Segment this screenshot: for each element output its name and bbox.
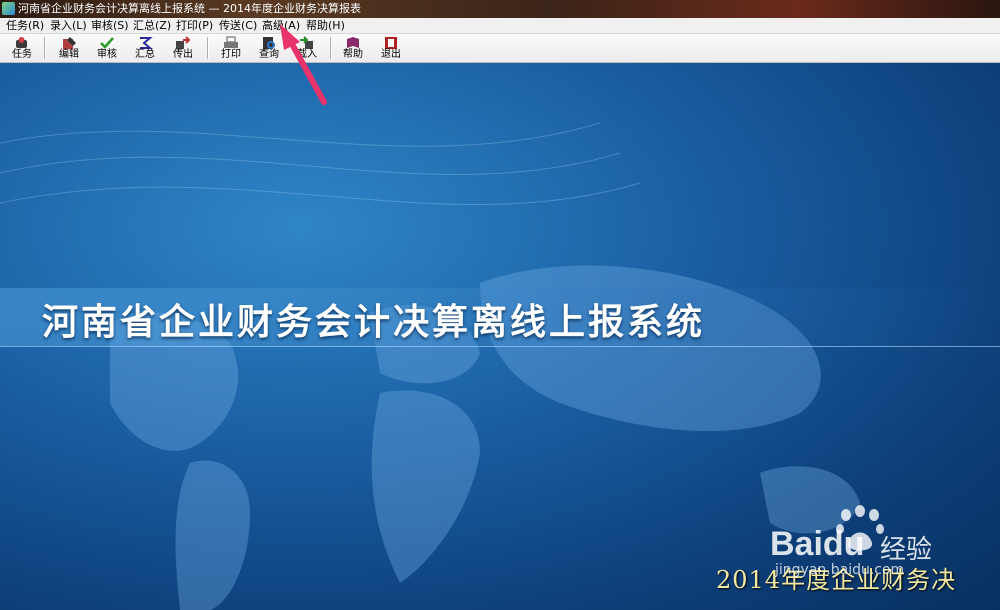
annotation-arrow (280, 24, 327, 105)
